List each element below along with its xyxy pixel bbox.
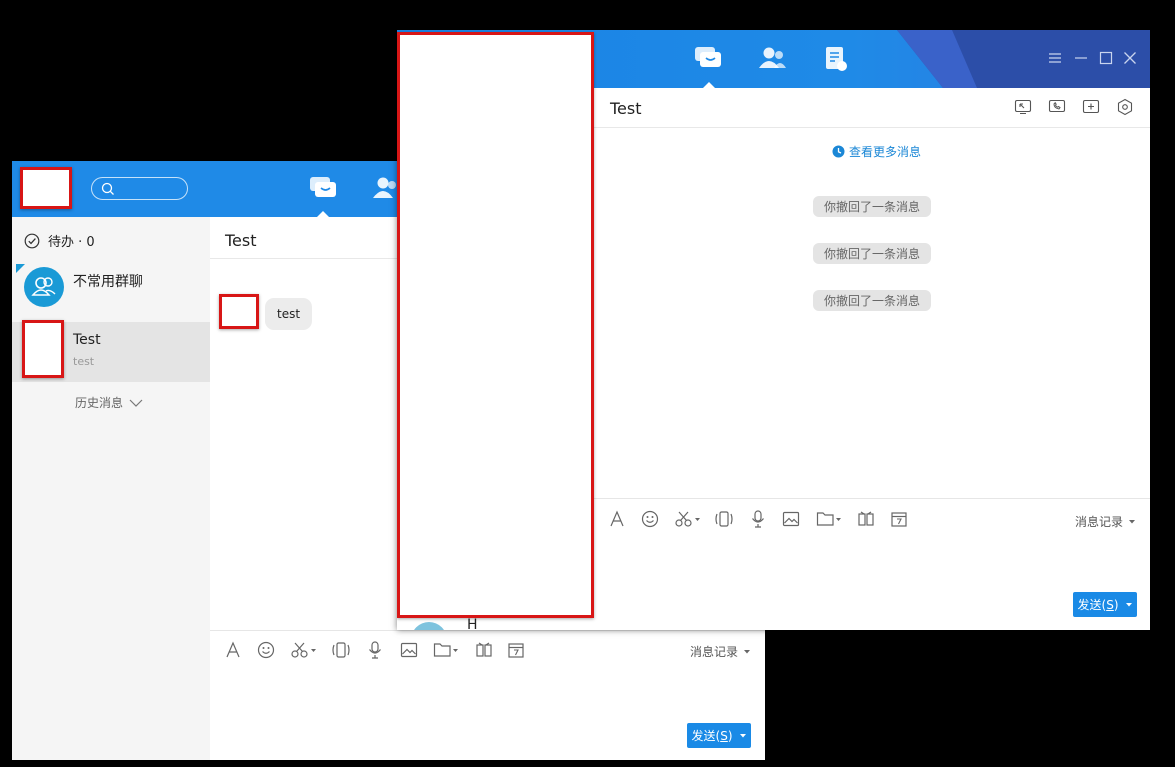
message-record-label: 消息记录 [690,645,739,659]
send-button[interactable]: 发送(S) [687,723,751,748]
redacted-user-avatar[interactable] [20,167,72,209]
input-toolbar: 消息记录 [594,509,1150,533]
chat-title: Test [225,231,257,250]
emoji-icon[interactable] [641,510,659,528]
shake-icon[interactable] [331,641,351,659]
chat-header: Test [594,88,1150,128]
chat-tab-icon[interactable] [309,174,339,204]
font-icon[interactable] [224,641,242,659]
recalled-message-notice: 你撤回了一条消息 [813,290,931,311]
contact-name-partial: H [467,617,478,630]
send-options-arrow-icon[interactable] [739,733,747,739]
apps-icon[interactable] [475,641,493,659]
message-bubble: test [265,298,313,330]
history-label: 历史消息 [75,396,124,410]
clock-icon [832,145,845,158]
redacted-sidebar-panel [397,32,594,618]
scissors-icon[interactable] [674,510,702,528]
message-text: test [277,307,301,321]
todo-check-icon [24,233,40,249]
chat-title: Test [610,99,642,118]
docs-tab-icon[interactable] [824,45,850,73]
chat-popup-window: Test 查看更多消息 你撤回了一条消息 你撤回了一条消息 你撤回了一条消息 消… [397,30,1150,630]
message-record-button[interactable]: 消息记录 [690,643,751,660]
view-more-label: 查看更多消息 [849,145,922,159]
mic-icon[interactable] [367,641,383,659]
message-record-button[interactable]: 消息记录 [1075,513,1136,530]
chat-tab-icon[interactable] [694,44,724,74]
send-label: 发送(S) [691,729,733,743]
history-messages-toggle[interactable]: 历史消息 [75,394,143,411]
todo-entry[interactable]: 待办 · 0 [24,231,95,250]
recalled-message-notice: 你撤回了一条消息 [813,196,931,217]
input-divider [594,498,1150,499]
conversation-item-group[interactable]: 不常用群聊 [12,257,210,317]
group-avatar-icon [24,267,64,307]
send-options-arrow-icon[interactable] [1125,602,1133,608]
add-member-icon[interactable] [1082,98,1100,116]
search-icon [101,182,115,196]
screen-share-icon[interactable] [1014,98,1032,116]
conversation-item-test[interactable]: Test test [12,320,210,382]
calendar-icon[interactable] [507,641,525,659]
shake-icon[interactable] [714,510,734,528]
folder-icon[interactable] [816,510,844,528]
scissors-icon[interactable] [290,641,318,659]
phone-icon[interactable] [1048,98,1066,116]
folder-icon[interactable] [433,641,461,659]
menu-icon[interactable] [1048,51,1062,65]
contact-avatar [411,622,447,630]
input-toolbar: 消息记录 [210,639,765,663]
settings-icon[interactable] [1116,98,1134,116]
dropdown-arrow-icon [1128,519,1136,525]
image-icon[interactable] [400,641,418,659]
apps-icon[interactable] [857,510,875,528]
dropdown-arrow-icon [743,649,751,655]
emoji-icon[interactable] [257,641,275,659]
chevron-down-icon [129,398,143,408]
font-icon[interactable] [608,510,626,528]
redacted-contact-avatar [22,320,64,378]
input-divider [210,630,765,631]
conversation-name: 不常用群聊 [73,274,143,290]
search-input[interactable] [91,177,188,200]
recalled-message-notice: 你撤回了一条消息 [813,243,931,264]
todo-label: 待办 · 0 [48,235,95,250]
calendar-icon[interactable] [890,510,908,528]
minimize-icon[interactable] [1074,51,1088,65]
contacts-tab-icon[interactable] [372,176,400,202]
contacts-tab-icon[interactable] [758,46,788,72]
view-more-messages-link[interactable]: 查看更多消息 [832,143,921,160]
maximize-icon[interactable] [1099,51,1113,65]
conversation-sidebar: 待办 · 0 不常用群聊 Test test 历史消息 [12,217,210,760]
message-record-label: 消息记录 [1075,515,1124,529]
send-label: 发送(S) [1077,598,1119,612]
close-icon[interactable] [1123,51,1137,65]
conversation-name: Test [73,332,101,348]
conversation-preview: test [73,355,95,368]
image-icon[interactable] [782,510,800,528]
mic-icon[interactable] [750,510,766,528]
redacted-sender-avatar [219,294,259,329]
send-button[interactable]: 发送(S) [1073,592,1137,617]
